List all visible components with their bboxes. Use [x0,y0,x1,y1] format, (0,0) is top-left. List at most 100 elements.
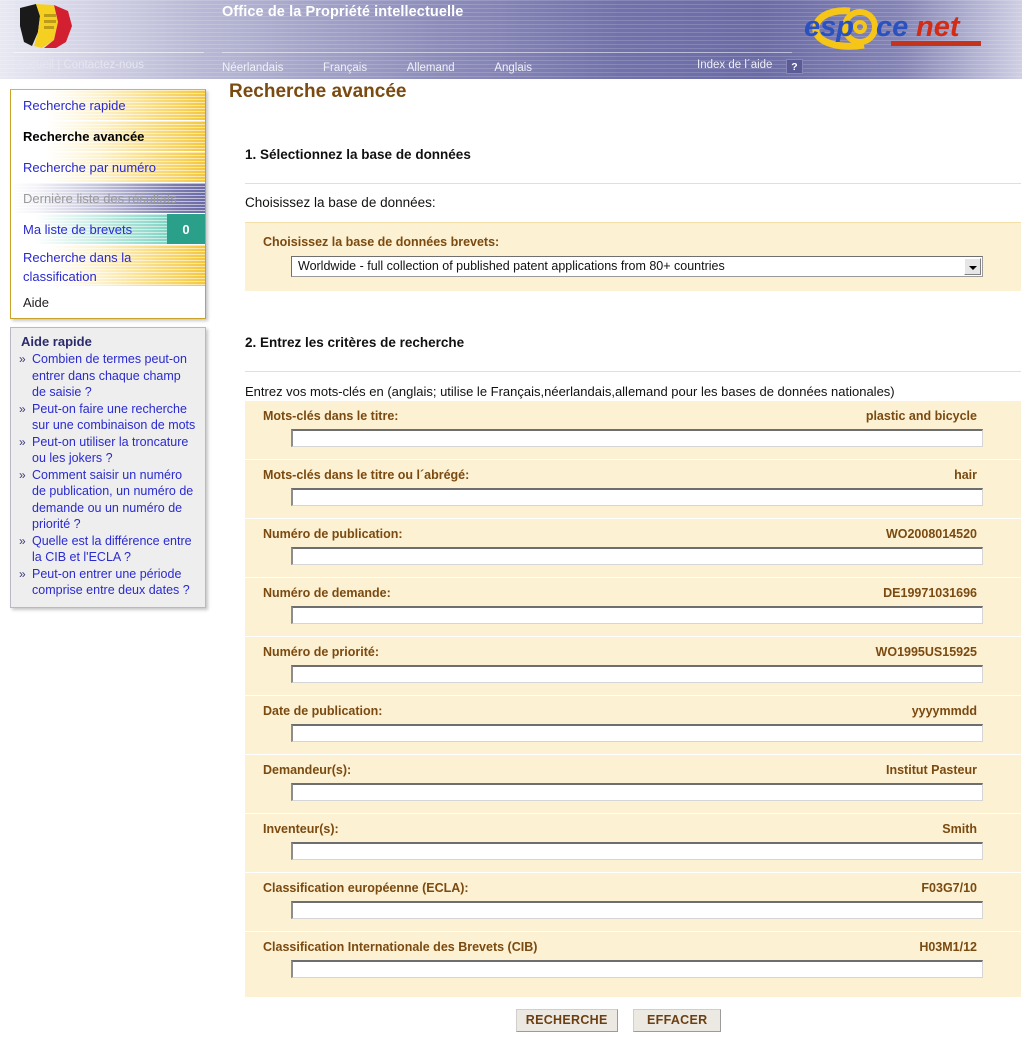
field-label: Numéro de priorité: [263,645,379,659]
utility-links[interactable]: Accueil | Contactez-nous [17,59,144,71]
form-actions: RECHERCHE EFFACER [215,1009,1022,1032]
site-header: Office de la Propriété intellectuelle es… [0,0,1022,79]
field-example-hint: F03G7/10 [921,881,977,895]
priority-number-input[interactable] [291,665,983,683]
field-row-applicant: Demandeur(s): Institut Pasteur [245,755,1021,814]
quick-help-item[interactable]: » Peut-on utiliser la troncature ou les … [19,434,197,467]
sidebar-item-classification-search[interactable]: Recherche dans la classification [11,245,205,287]
belgium-flag-map-icon [20,4,72,48]
field-example-hint: hair [954,468,977,482]
page-title: Recherche avancée [229,81,407,102]
field-row-ecla: Classification européenne (ECLA): F03G7/… [245,873,1021,932]
field-row-title-abstract-keywords: Mots-clés dans le titre ou l´abrégé: hai… [245,460,1021,519]
main-content: Recherche avancée 1. Sélectionnez la bas… [215,79,1022,1032]
help-index-link[interactable]: Index de l´aide [697,59,772,71]
step1-intro: Choisissez la base de données: [245,195,436,210]
svg-text:net: net [916,11,961,43]
quick-help-box: Aide rapide » Combien de termes peut-on … [10,327,206,608]
help-question-icon[interactable]: ? [786,59,803,74]
step1-divider [245,183,1021,184]
field-row-priority-number: Numéro de priorité: WO1995US15925 [245,637,1021,696]
applicant-input[interactable] [291,783,983,801]
chevron-double-right-icon: » [19,352,26,366]
field-label: Inventeur(s): [263,822,339,836]
svg-text:ce: ce [876,11,908,43]
publication-number-input[interactable] [291,547,983,565]
field-row-publication-date: Date de publication: yyyymmdd [245,696,1021,755]
sidebar-item-label: Recherche avancée [23,129,145,144]
header-divider-right [222,52,792,53]
field-row-ipc: Classification Internationale des Brevet… [245,932,1021,991]
patents-count-badge: 0 [167,214,205,244]
title-keywords-input[interactable] [291,429,983,447]
field-label: Classification européenne (ECLA): [263,881,469,895]
ipc-input[interactable] [291,960,983,978]
quick-help-item-label: Peut-on faire une recherche sur une comb… [32,401,196,433]
step2-heading: 2. Entrez les critères de recherche [245,335,465,350]
sidebar-item-quick-search[interactable]: Recherche rapide [11,90,205,121]
sidebar-item-my-patents-list[interactable]: Ma liste de brevets 0 [11,214,205,245]
quick-help-item[interactable]: » Quelle est la différence entre la CIB … [19,533,197,566]
quick-help-item-label: Combien de termes peut-on entrer dans ch… [32,352,187,399]
field-label: Numéro de demande: [263,586,391,600]
sidebar: Recherche rapide Recherche avancée Reche… [0,79,215,608]
application-number-input[interactable] [291,606,983,624]
quick-help-list: » Combien de termes peut-on entrer dans … [19,351,197,599]
lang-link-dutch[interactable]: Néerlandais [222,62,283,74]
field-example-hint: Smith [942,822,977,836]
lang-link-german[interactable]: Allemand [407,62,455,74]
quick-help-item[interactable]: » Peut-on entrer une période comprise en… [19,566,197,599]
chevron-down-icon[interactable] [964,258,981,275]
sidebar-item-label: Dernière liste des résultats [23,191,177,206]
chevron-double-right-icon: » [19,467,26,482]
sidebar-item-advanced-search[interactable]: Recherche avancée [11,121,205,152]
field-label: Numéro de publication: [263,527,403,541]
quick-help-item[interactable]: » Combien de termes peut-on entrer dans … [19,351,197,401]
quick-help-item-label: Peut-on utiliser la troncature ou les jo… [32,434,189,466]
quick-help-item-label: Comment saisir un numéro de publication,… [32,467,194,532]
sidebar-item-last-result-list: Dernière liste des résultats [11,183,205,214]
sidebar-item-label: Ma liste de brevets [23,222,133,237]
chevron-double-right-icon: » [19,401,26,416]
svg-text:esp: esp [804,11,854,43]
quick-help-item-label: Quelle est la différence entre la CIB et… [32,533,192,565]
sidebar-item-label: Recherche par numéro [23,160,156,175]
sidebar-item-number-search[interactable]: Recherche par numéro [11,152,205,183]
database-panel-label: Choisissez la base de données brevets: [263,235,500,249]
field-row-application-number: Numéro de demande: DE19971031696 [245,578,1021,637]
field-example-hint: WO2008014520 [885,527,977,541]
field-row-inventor: Inventeur(s): Smith [245,814,1021,873]
chevron-double-right-icon: » [19,533,26,548]
publication-date-input[interactable] [291,724,983,742]
lang-link-english[interactable]: Anglais [494,62,532,74]
lang-link-french[interactable]: Français [323,62,367,74]
database-select-wrapper: Worldwide - full collection of published… [291,256,983,277]
org-title: Office de la Propriété intellectuelle [222,4,464,20]
ecla-input[interactable] [291,901,983,919]
header-divider-left [14,52,204,53]
search-button[interactable]: RECHERCHE [515,1009,618,1032]
title-abstract-keywords-input[interactable] [291,488,983,506]
quick-help-item[interactable]: » Comment saisir un numéro de publicatio… [19,467,197,533]
field-label: Mots-clés dans le titre: [263,409,399,423]
quick-help-item[interactable]: » Peut-on faire une recherche sur une co… [19,401,197,434]
step2-divider [245,371,1021,372]
chevron-double-right-icon: » [19,434,26,449]
sidebar-item-label: Recherche rapide [23,98,126,113]
sidebar-item-label: Aide [23,295,50,310]
clear-button[interactable]: EFFACER [633,1009,722,1032]
field-label: Mots-clés dans le titre ou l´abrégé: [263,468,470,482]
step2-intro: Entrez vos mots-clés en (anglais; utilis… [245,384,895,399]
database-select[interactable]: Worldwide - full collection of published… [291,256,983,277]
field-label: Demandeur(s): [263,763,352,777]
field-row-publication-number: Numéro de publication: WO2008014520 [245,519,1021,578]
quick-help-item-label: Peut-on entrer une période comprise entr… [32,566,190,598]
field-example-hint: Institut Pasteur [886,763,977,777]
sidebar-item-label: Recherche dans la classification [23,250,132,284]
field-example-hint: yyyymmdd [911,704,977,718]
inventor-input[interactable] [291,842,983,860]
search-criteria-fields: Mots-clés dans le titre: plastic and bic… [245,401,1021,997]
field-example-hint: WO1995US15925 [875,645,977,659]
sidebar-item-help[interactable]: Aide [11,287,205,318]
chevron-double-right-icon: » [19,566,26,581]
